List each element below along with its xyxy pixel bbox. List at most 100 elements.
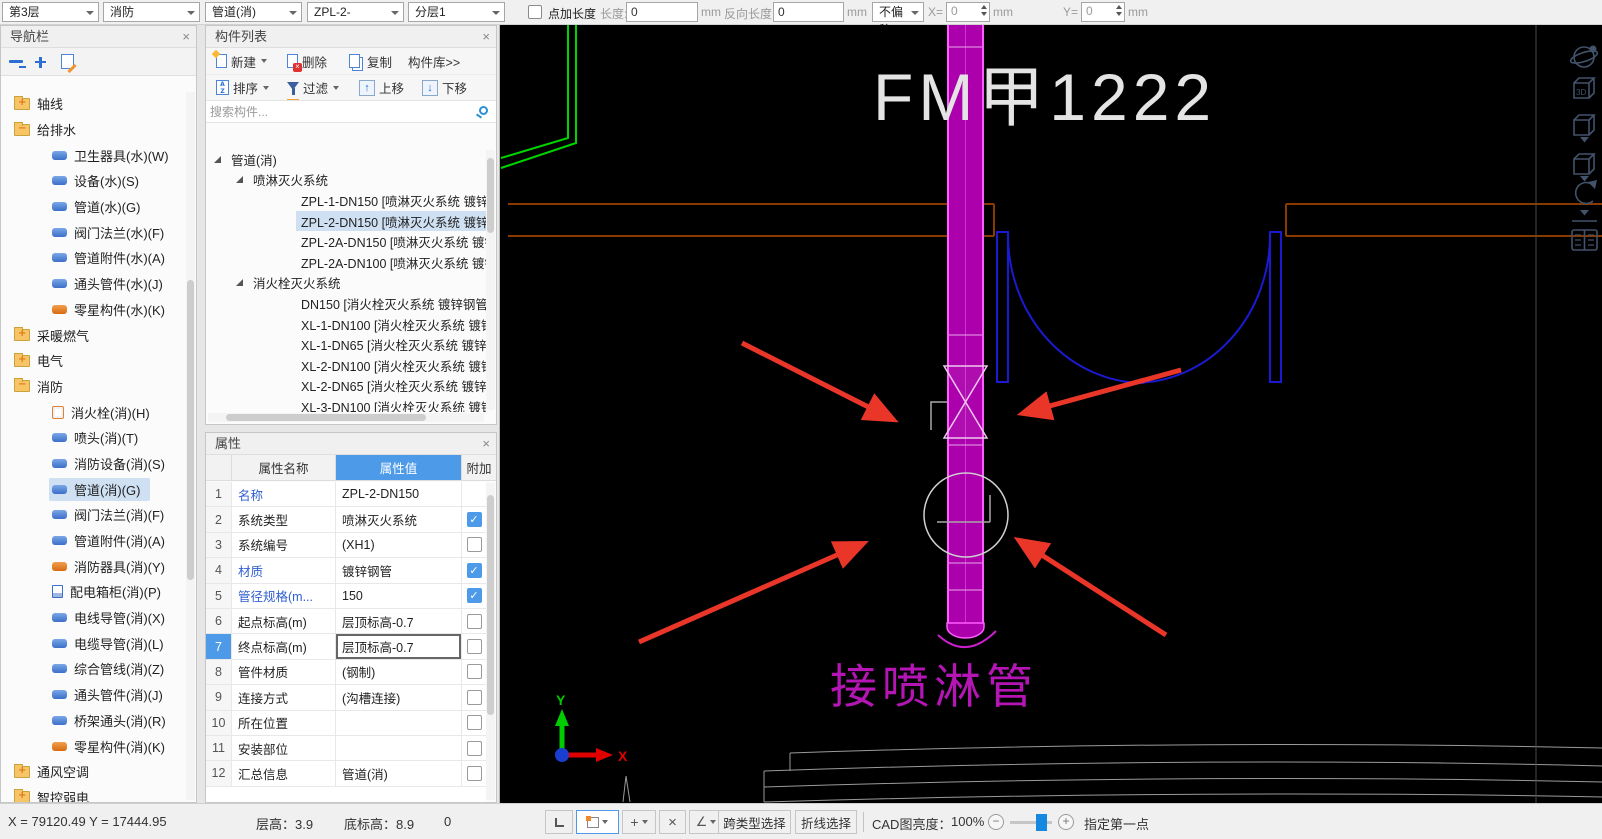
close-icon[interactable]: ×: [182, 26, 190, 48]
component-tree-row[interactable]: ZPL-2A-DN150 [喷淋灭火系统 镀锌: [206, 231, 486, 252]
sidebar-item[interactable]: 管道附件(消)(A): [1, 528, 186, 554]
sidebar-item[interactable]: 设备(水)(S): [1, 168, 186, 194]
scrollbar-thumb[interactable]: [226, 414, 426, 421]
sidebar-item[interactable]: 桥架通头(消)(R): [1, 708, 186, 734]
expander-icon[interactable]: [236, 279, 243, 286]
edit-list-icon[interactable]: [61, 54, 74, 69]
attach-checkbox[interactable]: [467, 690, 482, 705]
brightness-increase-button[interactable]: +: [1058, 814, 1074, 830]
component-tree-row[interactable]: DN150 [消火栓灭火系统 镀锌钢管 1: [206, 293, 486, 314]
navigator-scrollbar[interactable]: [186, 92, 195, 800]
close-icon[interactable]: ×: [482, 433, 490, 455]
sidebar-item[interactable]: 零星构件(消)(K): [1, 733, 186, 759]
component-tree-row[interactable]: XL-3-DN100 [消火栓灭火系统 镀锌: [206, 396, 486, 412]
search-input[interactable]: [210, 102, 460, 121]
polyline-select-button[interactable]: 折线选择: [795, 810, 857, 834]
property-value[interactable]: 喷淋灭火系统: [336, 507, 462, 531]
sidebar-item[interactable]: 消防器具(消)(Y): [1, 553, 186, 579]
component-tree-row[interactable]: 喷淋灭火系统: [206, 170, 486, 191]
spinner-arrows-icon[interactable]: [1116, 5, 1122, 16]
point-add-length-checkbox[interactable]: [528, 5, 542, 19]
collapse-all-icon[interactable]: [9, 60, 23, 63]
sidebar-item[interactable]: + 通风空调: [1, 759, 186, 785]
sidebar-item[interactable]: 阀门法兰(水)(F): [1, 219, 186, 245]
attach-checkbox[interactable]: [467, 512, 482, 527]
expander-icon[interactable]: [214, 156, 221, 163]
sidebar-item[interactable]: 喷头(消)(T): [1, 425, 186, 451]
component-list-hscrollbar[interactable]: [208, 413, 484, 422]
move-up-button[interactable]: ↑上移: [356, 76, 407, 99]
property-value-column-header[interactable]: 属性值: [336, 455, 462, 480]
property-value[interactable]: 层顶标高-0.7: [336, 609, 462, 633]
property-value[interactable]: 镀锌钢管: [336, 558, 462, 582]
cad-canvas[interactable]: FM甲1222 接喷淋管 Y X: [499, 25, 1602, 803]
property-value[interactable]: 管道(消): [336, 761, 462, 785]
chevron-down-icon[interactable]: [1580, 176, 1589, 182]
sidebar-item[interactable]: − 消防: [1, 374, 186, 400]
length-input[interactable]: [626, 2, 698, 22]
attach-checkbox[interactable]: [467, 537, 482, 552]
component-tree-row[interactable]: XL-2-DN100 [消火栓灭火系统 镀锌: [206, 355, 486, 376]
attach-checkbox[interactable]: [467, 741, 482, 756]
view-3d-icon[interactable]: 3D: [1574, 78, 1594, 98]
attach-checkbox[interactable]: [467, 563, 482, 578]
sidebar-item[interactable]: + 采暖燃气: [1, 322, 186, 348]
scrollbar-thumb[interactable]: [187, 280, 194, 580]
floor-dropdown[interactable]: 第3层: [2, 2, 99, 22]
display-settings-icon[interactable]: [1572, 230, 1597, 250]
expand-badge-icon[interactable]: +: [18, 97, 26, 109]
wireframe-view-icon[interactable]: [1574, 154, 1594, 174]
property-value[interactable]: [336, 711, 462, 735]
sidebar-item[interactable]: 通头管件(消)(J): [1, 682, 186, 708]
spinner-arrows-icon[interactable]: [981, 5, 987, 16]
chevron-down-icon[interactable]: [1580, 137, 1589, 143]
component-tree-row[interactable]: ZPL-2A-DN100 [喷淋灭火系统 镀锌: [206, 252, 486, 273]
ortho-toggle-button[interactable]: [545, 810, 573, 834]
shaded-view-icon[interactable]: [1574, 115, 1594, 135]
expand-badge-icon[interactable]: −: [18, 123, 26, 135]
sidebar-item[interactable]: + 电气: [1, 348, 186, 374]
sidebar-item[interactable]: 卫生器具(水)(W): [1, 142, 186, 168]
chevron-down-icon[interactable]: [1580, 210, 1589, 216]
property-value[interactable]: ZPL-2-DN150: [336, 482, 462, 506]
x-offset-spinner[interactable]: 0: [946, 2, 990, 22]
sidebar-item[interactable]: 配电箱柜(消)(P): [1, 579, 186, 605]
attach-checkbox[interactable]: [467, 766, 482, 781]
sidebar-item[interactable]: 阀门法兰(消)(F): [1, 502, 186, 528]
specialty-dropdown[interactable]: 消防: [103, 2, 200, 22]
scrollbar-thumb[interactable]: [487, 495, 494, 715]
intersect-snap-button[interactable]: ×: [659, 810, 686, 834]
expand-badge-icon[interactable]: +: [18, 328, 26, 340]
expand-badge-icon[interactable]: +: [18, 354, 26, 366]
move-down-button[interactable]: ↓下移: [419, 76, 470, 99]
scrollbar-thumb[interactable]: [487, 158, 494, 233]
pick-mode-button[interactable]: [576, 810, 619, 834]
component-dropdown[interactable]: ZPL-2-DN150: [307, 2, 404, 22]
attach-checkbox[interactable]: [467, 715, 482, 730]
sidebar-item[interactable]: 管道附件(水)(A): [1, 245, 186, 271]
sidebar-item[interactable]: + 智控弱电: [1, 785, 186, 802]
sidebar-item[interactable]: − 给排水: [1, 117, 186, 143]
orbit-view-icon[interactable]: [1569, 46, 1598, 68]
snap-point-button[interactable]: +: [622, 810, 656, 834]
property-value[interactable]: [336, 736, 462, 760]
sidebar-item[interactable]: 消防设备(消)(S): [1, 451, 186, 477]
reverse-length-input[interactable]: [773, 2, 844, 22]
sidebar-item[interactable]: 零星构件(水)(K): [1, 297, 186, 323]
slider-handle[interactable]: [1036, 814, 1047, 831]
attach-checkbox[interactable]: [467, 588, 482, 603]
component-tree-row[interactable]: XL-1-DN65 [消火栓灭火系统 镀锌钢: [206, 334, 486, 355]
filter-button[interactable]: 过滤: [284, 76, 342, 99]
brightness-slider[interactable]: [1010, 821, 1052, 824]
sidebar-item[interactable]: 电缆导管(消)(L): [1, 630, 186, 656]
attach-checkbox[interactable]: [467, 664, 482, 679]
property-value[interactable]: (钢制): [336, 660, 462, 684]
attach-checkbox[interactable]: [467, 639, 482, 654]
component-tree-row[interactable]: 管道(消): [206, 149, 486, 170]
property-value[interactable]: (沟槽连接): [336, 685, 462, 709]
expand-badge-icon[interactable]: +: [18, 765, 26, 777]
category-dropdown[interactable]: 管道(消): [205, 2, 302, 22]
y-offset-spinner[interactable]: 0: [1081, 2, 1125, 22]
attach-checkbox[interactable]: [467, 614, 482, 629]
new-component-button[interactable]: 新建: [213, 50, 270, 73]
